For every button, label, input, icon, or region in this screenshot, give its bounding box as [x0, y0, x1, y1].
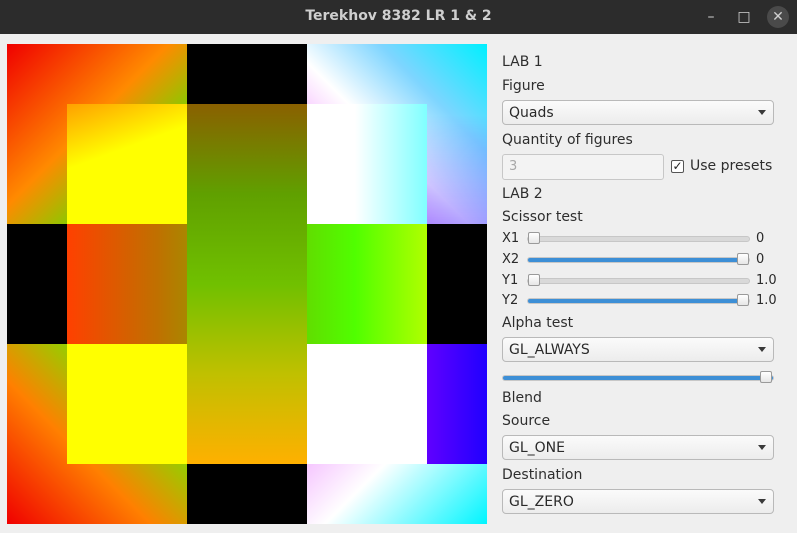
maximize-icon[interactable]: □	[733, 6, 755, 28]
quantity-label: Quantity of figures	[502, 132, 633, 148]
chevron-down-icon	[758, 110, 766, 115]
slider-x1-handle[interactable]	[528, 232, 540, 244]
settings-panel: LAB 1 Figure Quads Quantity of figures 3…	[496, 44, 791, 529]
source-label: Source	[502, 413, 551, 429]
alpha-select-value: GL_ALWAYS	[509, 342, 590, 358]
slider-x1[interactable]	[527, 232, 750, 244]
alpha-slider[interactable]	[502, 371, 774, 383]
quad-bottom-right-blue	[427, 344, 487, 464]
source-select-value: GL_ONE	[509, 440, 565, 456]
minimize-icon[interactable]: –	[700, 6, 722, 28]
gl-canvas[interactable]	[7, 44, 487, 524]
destination-label: Destination	[502, 467, 583, 483]
close-icon[interactable]: ✕	[767, 6, 789, 28]
slider-x2-fill	[528, 258, 749, 262]
quantity-value: 3	[509, 159, 518, 174]
destination-select[interactable]: GL_ZERO	[502, 489, 774, 514]
alpha-select[interactable]: GL_ALWAYS	[502, 337, 774, 362]
lab2-heading: LAB 2	[502, 186, 543, 202]
slider-y1[interactable]	[527, 274, 750, 286]
blend-heading: Blend	[502, 390, 542, 406]
chevron-down-icon	[758, 347, 766, 352]
slider-x2[interactable]	[527, 253, 750, 265]
title-bar: Terekhov 8382 LR 1 & 2 – □ ✕	[0, 0, 797, 34]
figure-select[interactable]: Quads	[502, 100, 774, 125]
scissor-label: Scissor test	[502, 209, 583, 225]
cross-vertical	[187, 104, 307, 464]
slider-y1-label: Y1	[502, 273, 519, 288]
figure-label: Figure	[502, 78, 545, 94]
slider-x1-label: X1	[502, 231, 520, 246]
lab1-heading: LAB 1	[502, 54, 543, 70]
slider-x2-handle[interactable]	[737, 253, 749, 265]
chevron-down-icon	[758, 445, 766, 450]
window-title: Terekhov 8382 LR 1 & 2	[305, 8, 492, 24]
square-white-top	[307, 104, 427, 224]
slider-y2[interactable]	[527, 294, 750, 306]
square-yellow-bottom	[67, 344, 187, 464]
square-white-bottom	[307, 344, 427, 464]
figure-select-value: Quads	[509, 105, 554, 121]
slider-y2-fill	[528, 299, 749, 303]
chevron-down-icon	[758, 499, 766, 504]
source-select[interactable]: GL_ONE	[502, 435, 774, 460]
alpha-slider-handle[interactable]	[760, 371, 772, 383]
alpha-label: Alpha test	[502, 315, 574, 331]
slider-y2-handle[interactable]	[737, 294, 749, 306]
slider-y1-value: 1.0	[756, 273, 777, 288]
slider-y2-value: 1.0	[756, 293, 777, 308]
square-yellow-top	[67, 104, 187, 224]
quantity-input[interactable]: 3	[502, 154, 664, 180]
use-presets-checkbox[interactable]: ✓	[671, 160, 684, 173]
slider-x1-value: 0	[756, 231, 765, 246]
slider-y2-label: Y2	[502, 293, 519, 308]
destination-select-value: GL_ZERO	[509, 494, 574, 510]
use-presets-label: Use presets	[690, 158, 773, 174]
slider-y1-handle[interactable]	[528, 274, 540, 286]
slider-x2-value: 0	[756, 252, 765, 267]
alpha-slider-fill	[503, 376, 773, 380]
slider-x2-label: X2	[502, 252, 520, 267]
